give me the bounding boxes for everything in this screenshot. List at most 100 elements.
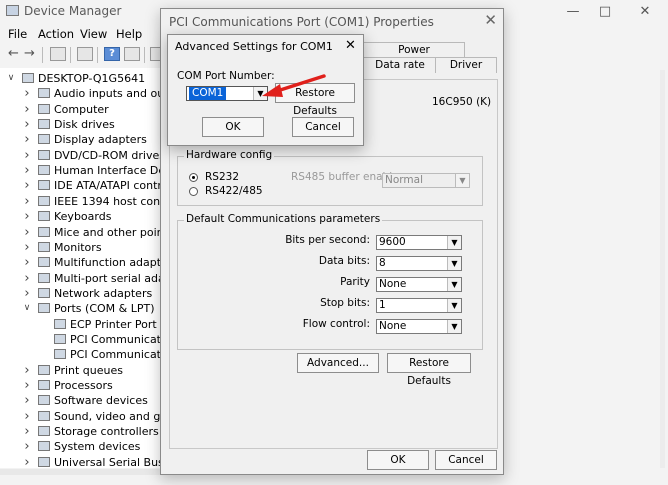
rs232-radio[interactable] [189,173,198,182]
adv-cancel-button[interactable]: Cancel [292,117,354,137]
maximize-icon[interactable]: □ [590,2,620,22]
tree-item[interactable]: › Processors [0,378,160,393]
adv-ok-button[interactable]: OK [202,117,264,137]
param-select[interactable]: None ▼ [376,319,462,334]
tree-item[interactable]: ∨ Ports (COM & LPT) [0,301,160,316]
tree-item[interactable]: › Mice and other pointing [0,225,185,240]
param-select[interactable]: 8 ▼ [376,256,462,271]
rs485-select[interactable]: Normal ▼ [382,173,470,188]
advanced-button[interactable]: Advanced... [297,353,379,373]
chevron-right-icon[interactable]: › [22,117,32,132]
close-icon[interactable]: ✕ [345,38,356,53]
tree-item[interactable]: ∨ DESKTOP-Q1G5641 [0,71,160,86]
restore-defaults-button[interactable]: Restore Defaults [387,353,471,387]
chevron-right-icon[interactable]: › [22,439,32,454]
chevron-right-icon[interactable]: › [22,424,32,439]
device-icon [38,88,50,99]
chevron-right-icon[interactable]: › [22,271,32,286]
rs232-label: RS232 [205,171,240,183]
ok-button[interactable]: OK [367,450,429,470]
menu-action[interactable]: Action [38,27,74,41]
chevron-right-icon[interactable]: › [22,132,32,147]
device-icon [38,149,50,160]
com-port-select[interactable]: COM1 ▼ [186,86,268,101]
minimize-icon[interactable]: — [558,2,588,22]
tree-item[interactable]: › Computer [0,102,160,117]
menu-help[interactable]: Help [116,27,142,41]
tree-item[interactable]: › Network adapters [0,286,160,301]
tree-item[interactable]: › Multi-port serial adapte [0,271,182,286]
tree-item[interactable]: › Monitors [0,240,160,255]
tree-item[interactable]: › Multifunction adapters [0,255,178,270]
chevron-right-icon[interactable]: › [22,255,32,270]
chevron-down-icon[interactable]: ∨ [22,301,32,316]
chevron-down-icon: ▼ [447,236,461,249]
param-label: Bits per second: [285,234,370,246]
tree-item[interactable]: › Storage controllers [0,424,160,439]
chevron-right-icon[interactable]: › [22,163,32,178]
toolbar-separator [97,47,98,63]
chevron-right-icon[interactable]: › [22,209,32,224]
chevron-right-icon[interactable]: › [22,286,32,301]
update-driver-icon[interactable] [124,47,140,61]
adv-restore-defaults-button[interactable]: Restore Defaults [275,83,355,117]
tree-item[interactable]: › Human Interface Device [0,163,187,178]
chevron-right-icon[interactable]: › [22,86,32,101]
chevron-right-icon[interactable]: › [22,409,32,424]
chevron-right-icon[interactable]: › [22,240,32,255]
hardware-config-group: Hardware config RS232 RS422/485 RS485 bu… [177,149,483,206]
chevron-right-icon[interactable]: › [22,102,32,117]
horizontal-scrollbar[interactable] [0,469,160,475]
tree-item[interactable]: › Software devices [0,393,160,408]
tree-item[interactable]: › Audio inputs and outpu [0,86,182,101]
tree-item[interactable]: › DVD/CD-ROM drives [0,148,165,163]
chevron-right-icon[interactable]: › [22,225,32,240]
tab-data-rate[interactable]: Data rate [363,57,437,73]
param-label: Parity [340,276,370,288]
chevron-right-icon[interactable]: › [22,194,32,209]
rs422-radio[interactable] [189,187,198,196]
device-icon [38,226,50,237]
param-select[interactable]: 1 ▼ [376,298,462,313]
tree-item[interactable]: ECP Printer Port (LP [0,317,177,332]
properties-icon[interactable] [77,47,93,61]
close-icon[interactable]: ✕ [484,11,497,29]
tree-item[interactable]: › Universal Serial Bus con [0,455,187,470]
help-icon[interactable]: ? [104,47,120,61]
param-value: 1 [379,299,386,311]
tree-item-label: Computer [54,102,109,116]
tree-item[interactable]: › Display adapters [0,132,160,147]
toolbar-separator [70,47,71,63]
tree-item[interactable]: › Print queues [0,363,160,378]
chevron-right-icon[interactable]: › [22,363,32,378]
menu-view[interactable]: View [80,27,107,41]
tree-item[interactable]: › IDE ATA/ATAPI controlle [0,178,181,193]
tree-item[interactable]: PCI Communication [0,347,178,362]
chevron-right-icon[interactable]: › [22,148,32,163]
tree-item[interactable]: › IEEE 1394 host controlle [0,194,188,209]
back-icon[interactable]: ← [8,46,19,61]
tab-power-management[interactable]: Power Management [363,42,465,71]
tree-item[interactable]: › Sound, video and game [0,409,184,424]
param-select[interactable]: 9600 ▼ [376,235,462,250]
tree-item[interactable]: PCI Communication [0,332,178,347]
chevron-right-icon[interactable]: › [22,178,32,193]
tree-item[interactable]: › Keyboards [0,209,160,224]
advanced-settings-dialog: Advanced Settings for COM1 ✕ COM Port Nu… [167,34,364,146]
chevron-right-icon[interactable]: › [22,378,32,393]
chevron-right-icon[interactable]: › [22,455,32,470]
vertical-scrollbar[interactable] [660,70,665,468]
show-hide-console-tree-icon[interactable] [50,47,66,61]
tree-item[interactable]: › Disk drives [0,117,160,132]
device-icon [38,119,50,130]
forward-icon[interactable]: → [24,46,35,61]
close-icon[interactable]: ✕ [630,2,660,22]
com-port-label: COM Port Number: [177,70,275,82]
cancel-button[interactable]: Cancel [435,450,497,470]
tree-item[interactable]: › System devices [0,439,160,454]
chevron-down-icon[interactable]: ∨ [6,71,16,86]
param-select[interactable]: None ▼ [376,277,462,292]
menu-file[interactable]: File [8,27,27,41]
tab-driver[interactable]: Driver [435,57,497,73]
chevron-right-icon[interactable]: › [22,393,32,408]
